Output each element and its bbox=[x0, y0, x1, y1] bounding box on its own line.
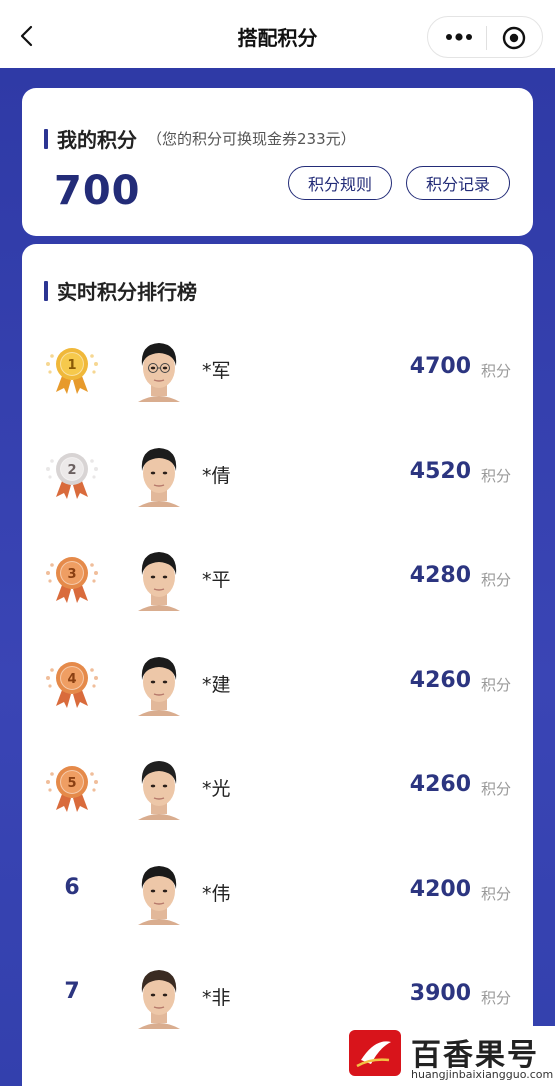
user-avatar bbox=[138, 552, 180, 611]
user-score: 4520 bbox=[409, 458, 471, 484]
score-unit: 积分 bbox=[480, 780, 511, 798]
user-avatar bbox=[138, 865, 180, 925]
rank-medal-icon: 1 bbox=[46, 348, 98, 394]
ranking-row: 3 *平 4280 积分 bbox=[22, 523, 533, 627]
score-unit: 积分 bbox=[480, 571, 511, 589]
user-score: 4280 bbox=[409, 563, 471, 588]
ranking-row: 5 *光 4260 积分 bbox=[22, 732, 533, 836]
user-score: 4260 bbox=[409, 667, 471, 693]
rank-number: 4 bbox=[67, 672, 76, 687]
points-rules-button[interactable]: 积分规则 bbox=[288, 166, 392, 200]
user-score: 4700 bbox=[409, 354, 471, 379]
score-unit: 积分 bbox=[480, 884, 511, 903]
rank-medal-icon: 4 bbox=[46, 661, 98, 708]
more-icon[interactable] bbox=[444, 29, 474, 45]
watermark-url: huangjinbaixiangguo.com bbox=[411, 1068, 554, 1081]
ranking-row: 2 *倩 4520 积分 bbox=[22, 419, 533, 523]
score-unit: 积分 bbox=[480, 675, 511, 694]
section-bar bbox=[44, 280, 48, 301]
capsule-divider bbox=[486, 26, 487, 50]
score-unit: 积分 bbox=[480, 362, 511, 380]
watermark: 百香果号 huangjinbaixiangguo.com bbox=[333, 1026, 555, 1086]
watermark-logo-icon bbox=[349, 1030, 401, 1076]
user-avatar bbox=[138, 656, 180, 716]
ranking-title: 实时积分排行榜 bbox=[57, 280, 197, 304]
score-unit: 积分 bbox=[480, 989, 511, 1007]
rank-number: 6 bbox=[64, 874, 80, 900]
user-score: 4200 bbox=[409, 876, 471, 902]
ranking-row: 1 *军 4700 积分 bbox=[22, 314, 533, 418]
my-points-header: 我的积分 （您的积分可换现金券233元） bbox=[44, 124, 356, 153]
user-name: *光 bbox=[202, 778, 231, 800]
ranking-row: 6 *伟 4200 积分 bbox=[22, 837, 533, 941]
rank-number: 1 bbox=[67, 358, 76, 373]
section-bar bbox=[44, 128, 48, 149]
score-unit: 积分 bbox=[480, 466, 511, 485]
user-name: *非 bbox=[202, 987, 231, 1009]
user-avatar bbox=[138, 447, 180, 507]
user-name: *军 bbox=[202, 360, 231, 382]
user-name: *伟 bbox=[202, 882, 231, 905]
close-mini-program-icon[interactable] bbox=[502, 26, 526, 50]
rank-number: 3 bbox=[67, 567, 76, 582]
rank-number: 5 bbox=[67, 776, 76, 791]
user-score: 4260 bbox=[409, 772, 471, 797]
rank-medal-icon: 3 bbox=[46, 557, 98, 603]
rank-medal-icon: 2 bbox=[46, 452, 98, 499]
user-avatar bbox=[138, 343, 180, 402]
user-avatar bbox=[138, 761, 180, 820]
mini-program-capsule bbox=[427, 16, 543, 58]
my-points-title: 我的积分 bbox=[57, 128, 137, 152]
user-name: *平 bbox=[202, 569, 231, 591]
rank-number: 7 bbox=[64, 979, 80, 1004]
rank-number: 2 bbox=[67, 463, 76, 478]
points-cash-note: （您的积分可换现金券233元） bbox=[147, 130, 356, 148]
nav-bar: 搭配积分 bbox=[0, 0, 555, 68]
ranking-header: 实时积分排行榜 bbox=[44, 276, 197, 305]
user-score: 3900 bbox=[409, 981, 471, 1006]
user-name: *倩 bbox=[202, 464, 231, 487]
my-points-card: 我的积分 （您的积分可换现金券233元） 700 积分规则 积分记录 bbox=[22, 88, 533, 236]
user-avatar bbox=[138, 970, 180, 1029]
rank-medal-icon: 5 bbox=[46, 766, 98, 812]
points-record-button[interactable]: 积分记录 bbox=[406, 166, 510, 200]
user-name: *建 bbox=[202, 673, 231, 696]
ranking-row: 4 *建 4260 积分 bbox=[22, 628, 533, 732]
my-points-value: 700 bbox=[54, 168, 141, 214]
ranking-card: 实时积分排行榜 1 *军 4700 积分 2 *倩 4520 积分 3 *平 4280 积分 4 *建 42… bbox=[22, 244, 533, 1086]
